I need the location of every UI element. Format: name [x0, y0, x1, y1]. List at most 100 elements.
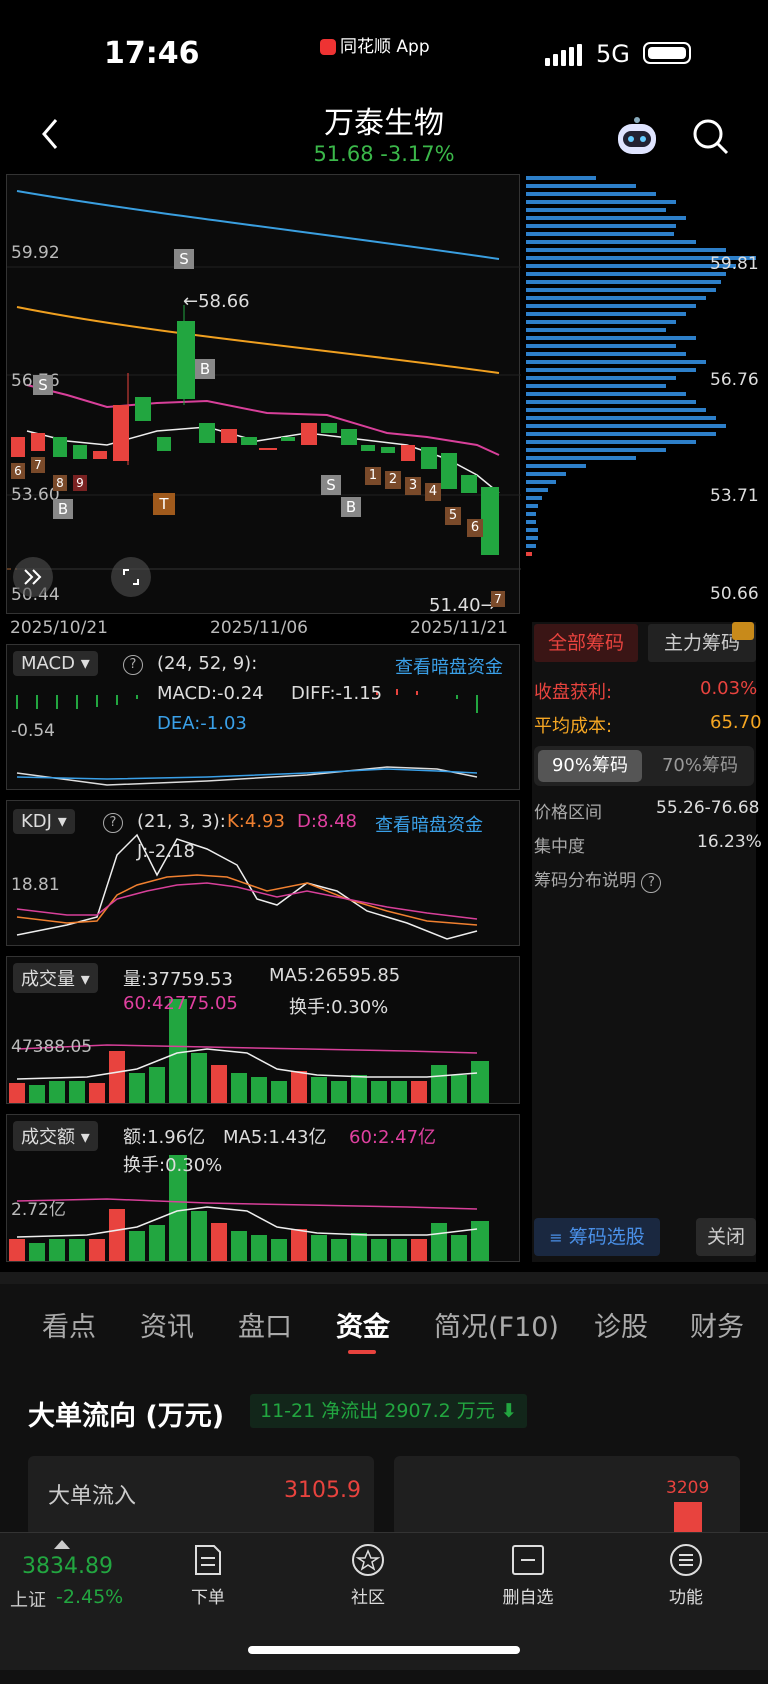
tab-funds[interactable]: 资金: [336, 1305, 390, 1344]
index-value[interactable]: 3834.89: [22, 1554, 113, 1579]
tab-f10[interactable]: 简况(F10): [434, 1305, 559, 1344]
tab-order-book[interactable]: 盘口: [238, 1305, 292, 1344]
volume-selector[interactable]: 成交量 ▾: [13, 963, 98, 993]
fullscreen-icon[interactable]: [111, 557, 151, 597]
down-arrow-icon: ⬇: [500, 1400, 517, 1422]
nav-functions[interactable]: 功能: [646, 1542, 726, 1608]
flow-bar: [674, 1502, 702, 1536]
sell-marker[interactable]: S: [174, 249, 194, 269]
count-marker: 7: [491, 591, 505, 607]
help-icon[interactable]: ?: [103, 813, 123, 833]
amount-panel: 成交额 ▾ 额:1.96亿 MA5:1.43亿 60:2.47亿 换手:0.30…: [6, 1114, 520, 1262]
j-value: J:-2.18: [137, 841, 195, 862]
menu-icon: [670, 1544, 702, 1576]
diff-value: DIFF:-1.15: [291, 683, 383, 704]
section-divider: [0, 1272, 768, 1284]
close-button[interactable]: 关闭: [696, 1218, 756, 1256]
app-icon: [320, 39, 336, 55]
count-marker: 6: [467, 519, 483, 537]
tab-highlights[interactable]: 看点: [42, 1305, 96, 1344]
index-change: -2.45%: [56, 1586, 124, 1608]
flow-bar-value: 3209: [666, 1478, 710, 1498]
profit-label: 收盘获利:: [534, 682, 613, 703]
tab-news[interactable]: 资讯: [140, 1305, 194, 1344]
volume-turnover: 换手:0.30%: [289, 997, 389, 1018]
price-change: -3.17%: [380, 142, 455, 166]
count-marker: 4: [425, 483, 441, 501]
dark-pool-link[interactable]: 查看暗盘资金: [375, 811, 483, 837]
chip-explanation-link[interactable]: 筹码分布说明 ?: [534, 866, 662, 893]
concentration-label: 集中度: [534, 837, 585, 857]
robot-assistant-icon[interactable]: [614, 114, 660, 156]
chip-price-label: 59.81: [710, 254, 759, 274]
amount-ma5: MA5:1.43亿: [223, 1127, 327, 1148]
count-marker: 9: [73, 475, 87, 491]
nav-order-label: 下单: [191, 1588, 225, 1608]
avg-cost-label: 平均成本:: [534, 716, 613, 737]
chip-distribution: 59.81 56.76 53.71 50.66: [526, 174, 762, 614]
count-marker: 1: [365, 467, 381, 485]
kline-chart[interactable]: 59.92 56.76 53.60 50.44 ←58.66 51.40→ S …: [6, 174, 521, 616]
sell-marker[interactable]: S: [33, 375, 53, 395]
profit-value: 0.03%: [700, 678, 758, 699]
x-label: 2025/11/21: [410, 618, 508, 638]
status-app-name: 同花顺 App: [340, 37, 430, 57]
net-flow-badge: 11-21 净流出 2907.2 万元 ⬇: [250, 1394, 527, 1428]
current-price: 51.68: [313, 142, 374, 166]
chip-select-label: 筹码选股: [568, 1226, 645, 1248]
dark-pool-link[interactable]: 查看暗盘资金: [395, 653, 503, 679]
volume-qty: 量:37759.53: [123, 969, 233, 990]
macd-name: MACD: [21, 653, 75, 674]
signal-icon: [545, 44, 585, 66]
nav-community[interactable]: 社区: [328, 1542, 408, 1608]
network-type: 5G: [596, 40, 630, 68]
home-indicator[interactable]: [248, 1646, 520, 1654]
inflow-card[interactable]: 大单流入 3105.9: [28, 1456, 374, 1536]
help-icon[interactable]: ?: [123, 655, 143, 675]
buy-marker[interactable]: B: [195, 359, 215, 379]
nav-community-label: 社区: [351, 1588, 385, 1608]
dea-value: DEA:-1.03: [157, 713, 247, 734]
order-icon: [195, 1545, 221, 1575]
macd-value: MACD:-0.24: [157, 683, 264, 704]
macd-selector[interactable]: MACD ▾: [13, 651, 98, 676]
high-value: 58.66: [198, 291, 250, 312]
nav-functions-label: 功能: [669, 1588, 703, 1608]
option-90[interactable]: 90%筹码: [538, 750, 642, 782]
tab-all-chips[interactable]: 全部筹码: [534, 624, 638, 662]
volume-panel: 成交量 ▾ 量:37759.53 MA5:26595.85 60:42775.0…: [6, 956, 520, 1104]
t-marker[interactable]: T: [153, 493, 175, 515]
inflow-value: 3105.9: [284, 1478, 361, 1503]
status-app-indicator: 同花顺 App: [320, 32, 430, 57]
nav-remove-label: 删自选: [502, 1588, 554, 1608]
x-label: 2025/10/21: [10, 618, 108, 638]
sell-marker[interactable]: S: [321, 475, 341, 495]
expand-up-icon[interactable]: [54, 1540, 70, 1549]
net-flow-text: 11-21 净流出 2907.2 万元: [260, 1400, 495, 1422]
nav-remove-watchlist[interactable]: 删自选: [488, 1542, 568, 1608]
count-marker: 5: [445, 507, 461, 525]
option-70[interactable]: 70%筹码: [650, 750, 750, 782]
buy-marker[interactable]: B: [53, 499, 73, 519]
amount-selector[interactable]: 成交额 ▾: [13, 1121, 98, 1151]
kdj-name: KDJ: [21, 811, 52, 832]
tab-diagnosis[interactable]: 诊股: [594, 1305, 648, 1344]
expand-icon[interactable]: [13, 557, 53, 597]
tab-finance[interactable]: 财务: [690, 1305, 744, 1344]
chip-select-button[interactable]: ≡ 筹码选股: [534, 1218, 660, 1256]
y-label: 59.92: [11, 243, 60, 263]
macd-panel: MACD ▾ ? (24, 52, 9): 查看暗盘资金 MACD:-0.24 …: [6, 644, 520, 790]
macd-axis-label: -0.54: [11, 721, 55, 741]
amount-axis-label: 2.72亿: [11, 1200, 66, 1220]
buy-marker[interactable]: B: [341, 497, 361, 517]
battery-icon: [643, 42, 691, 64]
explain-text: 筹码分布说明: [534, 871, 636, 891]
volume-ma5: MA5:26595.85: [269, 965, 401, 986]
kdj-axis-label: 18.81: [11, 875, 60, 895]
search-icon[interactable]: [690, 116, 730, 156]
nav-order[interactable]: 下单: [168, 1542, 248, 1608]
macd-params: (24, 52, 9):: [157, 653, 258, 674]
range-label: 价格区间: [534, 803, 602, 823]
kdj-selector[interactable]: KDJ ▾: [13, 809, 75, 834]
high-annotation: ←58.66: [183, 291, 250, 312]
